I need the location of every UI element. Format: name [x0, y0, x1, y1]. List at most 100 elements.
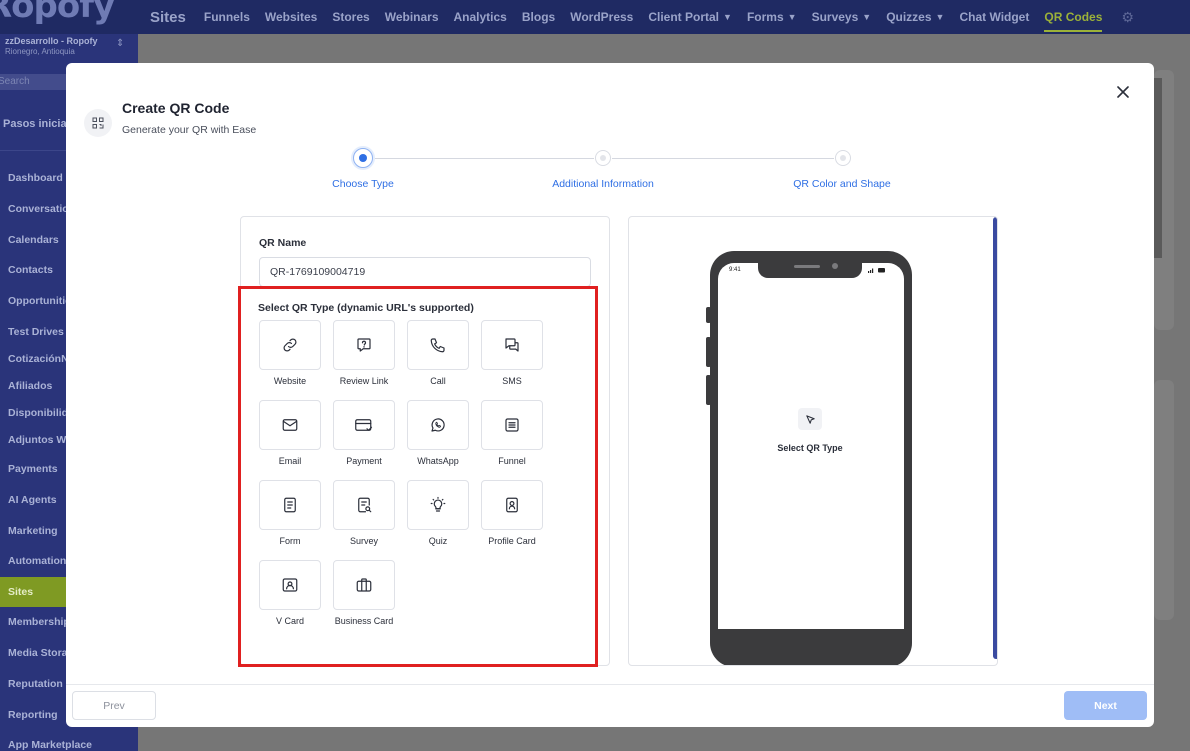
- qr-type-grid: Website Review Link Call SMS Email Payme…: [259, 320, 559, 626]
- qr-type-quiz[interactable]: Quiz: [407, 480, 469, 546]
- chat-icon: [505, 338, 519, 352]
- qr-type-call[interactable]: Call: [407, 320, 469, 386]
- step-3-indicator[interactable]: [835, 150, 851, 166]
- survey-icon: [358, 497, 372, 513]
- qr-type-website[interactable]: Website: [259, 320, 321, 386]
- step-3-label[interactable]: QR Color and Shape: [762, 178, 922, 190]
- review-icon: [357, 338, 371, 352]
- nav-stores[interactable]: Stores: [332, 0, 369, 34]
- qr-type-label: Review Link: [339, 376, 389, 386]
- next-button[interactable]: Next: [1064, 691, 1147, 720]
- qr-type-label: Form: [279, 536, 301, 546]
- qr-type-label: Profile Card: [488, 536, 536, 546]
- close-button[interactable]: [1112, 81, 1134, 103]
- stepper-line: [612, 158, 834, 159]
- qr-type-label: V Card: [275, 616, 304, 626]
- step-dot-core: [359, 154, 367, 162]
- qr-name-label: QR Name: [259, 237, 307, 249]
- qr-type-tile: [259, 480, 321, 530]
- qr-type-form[interactable]: Form: [259, 480, 321, 546]
- nav-label: Funnels: [203, 10, 250, 24]
- qr-type-funnel[interactable]: Funnel: [481, 400, 543, 466]
- nav-label: Stores: [332, 10, 370, 24]
- qr-name-input[interactable]: [259, 257, 591, 287]
- nav-blogs[interactable]: Blogs: [522, 0, 555, 34]
- top-nav: Sites Funnels Websites Stores Webinars A…: [150, 0, 1134, 34]
- stepper-line: [372, 158, 594, 159]
- qr-type-tile: [259, 400, 321, 450]
- nav-label: Analytics: [453, 10, 507, 24]
- qr-type-label: Survey: [349, 536, 378, 546]
- qr-type-tile: [407, 480, 469, 530]
- nav-label: Chat Widget: [959, 10, 1030, 24]
- preview-scrollbar[interactable]: [993, 217, 997, 659]
- qr-type-payment[interactable]: Payment: [333, 400, 395, 466]
- nav-label: Quizzes: [886, 10, 932, 24]
- phone-speaker: [794, 265, 820, 268]
- qr-type-email[interactable]: Email: [259, 400, 321, 466]
- mail-icon: [282, 419, 298, 431]
- step-1-label[interactable]: Choose Type: [283, 178, 443, 190]
- qr-type-tile: [259, 560, 321, 610]
- step-dot-core: [600, 155, 606, 161]
- qr-type-review-link[interactable]: Review Link: [333, 320, 395, 386]
- link-icon: [283, 338, 297, 352]
- background-card: [1154, 380, 1174, 620]
- phone-camera: [832, 263, 838, 269]
- select-qr-type-label: Select QR Type (dynamic URL's supported): [258, 302, 474, 314]
- modal-title: Create QR Code: [122, 100, 230, 116]
- nav-wordpress[interactable]: WordPress: [570, 0, 633, 34]
- close-icon: [1117, 86, 1129, 98]
- chevron-down-icon: ▼: [723, 12, 732, 22]
- background-card-inner: [1154, 78, 1162, 258]
- section-title: Sites: [150, 8, 186, 26]
- account-switcher[interactable]: zzDesarrollo - Ropofy Rionegro, Antioqui…: [5, 36, 98, 56]
- qr-type-v-card[interactable]: V Card: [259, 560, 321, 626]
- nav-surveys[interactable]: Surveys ▼: [812, 0, 872, 34]
- qr-type-tile: [333, 320, 395, 370]
- gear-icon[interactable]: ⚙: [1121, 9, 1134, 26]
- qr-type-tile: [259, 320, 321, 370]
- nav-funnels[interactable]: Funnels: [204, 0, 250, 34]
- qr-type-sms[interactable]: SMS: [481, 320, 543, 386]
- qr-preview-panel: 9:41 Select QR Type: [628, 216, 998, 666]
- qr-type-profile-card[interactable]: Profile Card: [481, 480, 543, 546]
- cursor-icon: [798, 408, 822, 430]
- phone-notch: [758, 256, 862, 278]
- nav-forms[interactable]: Forms ▼: [747, 0, 797, 34]
- qr-type-tile: [333, 560, 395, 610]
- sidebar-item[interactable]: App Marketplace: [0, 735, 138, 751]
- background-card: [1154, 70, 1174, 330]
- qr-type-whatsapp[interactable]: WhatsApp: [407, 400, 469, 466]
- step-1-indicator[interactable]: [353, 148, 373, 168]
- preview-placeholder-text: Select QR Type: [777, 443, 843, 453]
- nav-quizzes[interactable]: Quizzes ▼: [886, 0, 944, 34]
- nav-label: QR Codes: [1044, 10, 1103, 24]
- nav-websites[interactable]: Websites: [265, 0, 317, 34]
- qr-type-label: Email: [278, 456, 302, 466]
- nav-webinars[interactable]: Webinars: [385, 0, 439, 34]
- phone-mockup: 9:41: [710, 251, 912, 665]
- prev-button[interactable]: Prev: [72, 691, 156, 720]
- phone-icon: [430, 338, 445, 353]
- qr-type-business-card[interactable]: Business Card: [333, 560, 395, 626]
- nav-analytics[interactable]: Analytics: [454, 0, 507, 34]
- qr-type-tile: [333, 400, 395, 450]
- chevron-updown-icon[interactable]: ⇕: [116, 38, 124, 49]
- chevron-down-icon: ▼: [862, 12, 872, 22]
- step-2-label[interactable]: Additional Information: [523, 178, 683, 190]
- qr-type-label: Call: [430, 376, 446, 386]
- nav-label: Websites: [264, 10, 318, 24]
- qr-type-tile: [481, 320, 543, 370]
- qr-type-tile: [481, 480, 543, 530]
- account-name: zzDesarrollo - Ropofy: [5, 36, 98, 46]
- qr-type-survey[interactable]: Survey: [333, 480, 395, 546]
- phone-time: 9:41: [729, 267, 741, 273]
- nav-client-portal[interactable]: Client Portal ▼: [648, 0, 732, 34]
- nav-qr-codes[interactable]: QR Codes: [1044, 0, 1103, 34]
- app-logo: Ropofy: [0, 0, 115, 26]
- nav-label: Webinars: [384, 10, 439, 24]
- nav-chat-widget[interactable]: Chat Widget: [959, 0, 1029, 34]
- chevron-down-icon: ▼: [935, 12, 945, 22]
- step-2-indicator[interactable]: [595, 150, 611, 166]
